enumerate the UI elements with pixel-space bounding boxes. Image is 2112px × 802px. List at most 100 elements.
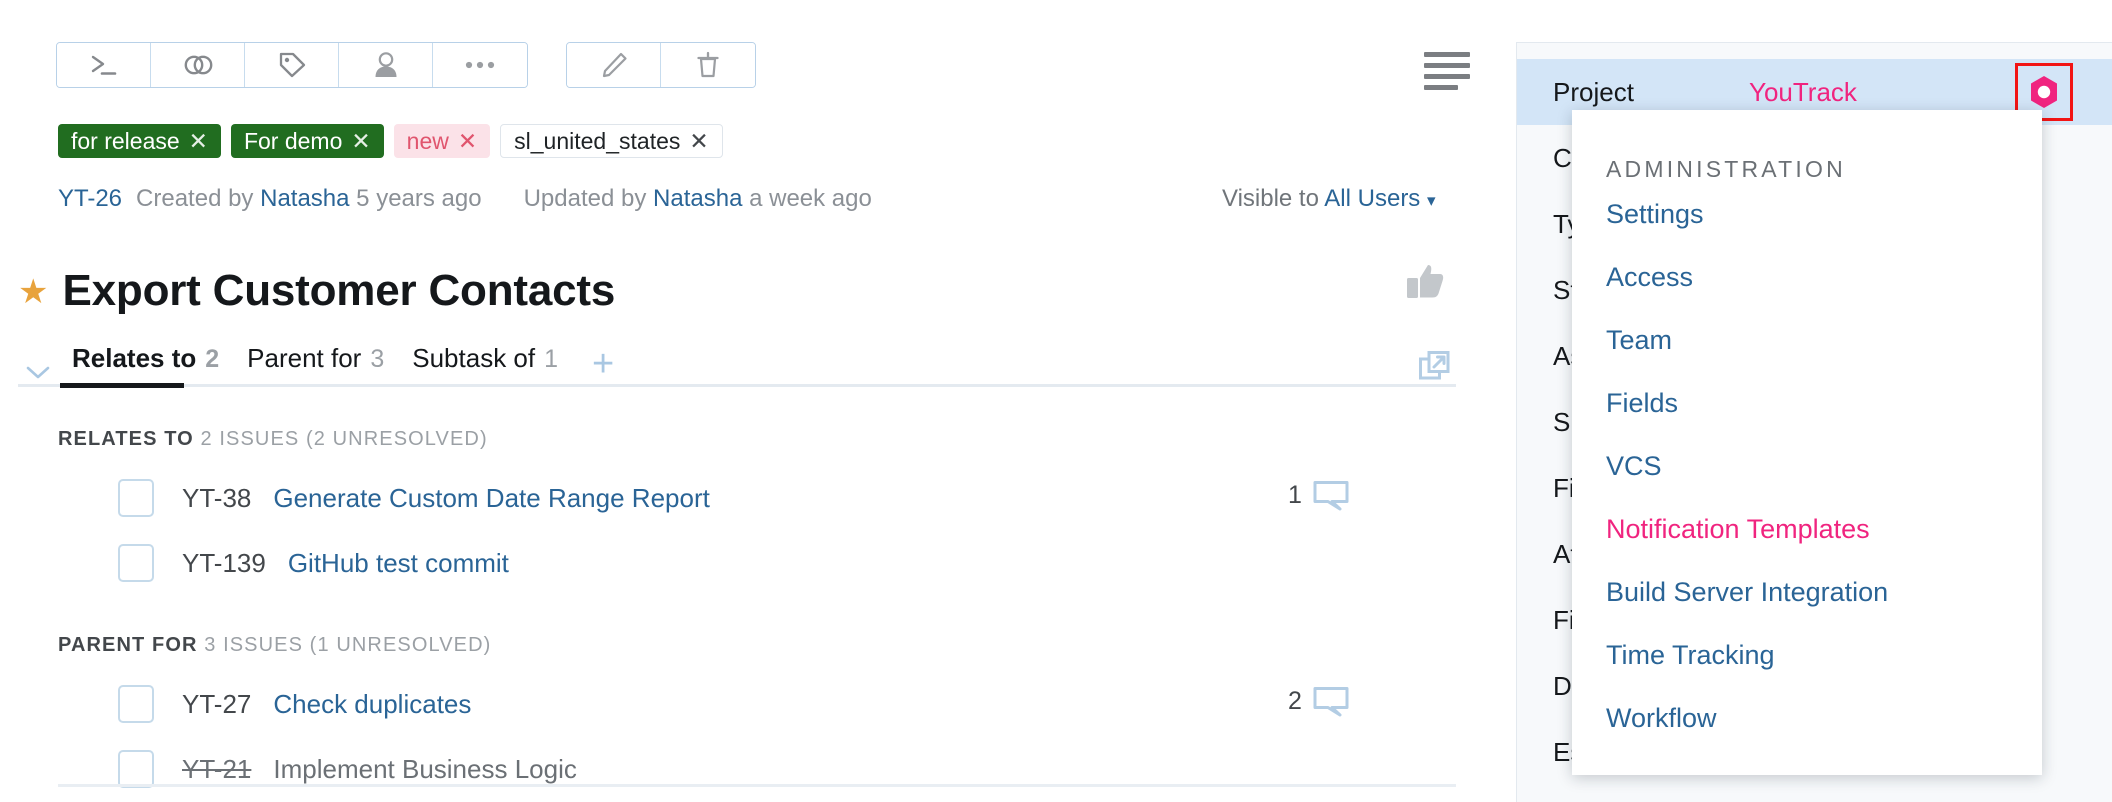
- issue-meta: YT-26 Created by Natasha 5 years ago Upd…: [58, 185, 914, 213]
- section-title: PARENT FOR: [58, 634, 198, 656]
- command-dialog-icon-button[interactable]: [57, 43, 151, 87]
- comment-count-badge[interactable]: 1: [1288, 478, 1350, 512]
- tag-remove-icon[interactable]: ✕: [458, 129, 477, 153]
- comment-count: 1: [1288, 480, 1302, 509]
- list-view-icon-line: [1424, 74, 1470, 79]
- row-issue-summary[interactable]: Implement Business Logic: [273, 754, 576, 785]
- created-by-link[interactable]: Natasha: [260, 185, 349, 212]
- tab-parent-for[interactable]: Parent for 3: [233, 343, 398, 384]
- issue-id-link[interactable]: YT-26: [58, 185, 122, 213]
- created-prefix: Created by: [136, 185, 254, 212]
- chevron-down-icon[interactable]: [18, 364, 58, 384]
- external-link-icon[interactable]: [1418, 350, 1452, 389]
- tag-chip[interactable]: new ✕: [393, 124, 491, 158]
- menu-item-team[interactable]: Team: [1572, 309, 2042, 372]
- tab-label: Subtask of: [412, 343, 536, 373]
- chevron-down-icon[interactable]: ▾: [1427, 191, 1436, 210]
- section-subtitle: 2 ISSUES (2 UNRESOLVED): [200, 428, 488, 450]
- tab-label: Parent for: [247, 343, 362, 373]
- tag-remove-icon[interactable]: ✕: [351, 129, 370, 153]
- menu-item-time-tracking[interactable]: Time Tracking: [1572, 624, 2042, 687]
- updated-by-link[interactable]: Natasha: [653, 185, 742, 212]
- menu-item-build-server-integration[interactable]: Build Server Integration: [1572, 561, 2042, 624]
- tag-icon-button[interactable]: [245, 43, 339, 87]
- tag-chip[interactable]: for release ✕: [58, 124, 221, 158]
- tag-chip[interactable]: For demo ✕: [230, 124, 384, 158]
- created-when: 5 years ago: [356, 185, 482, 212]
- star-icon[interactable]: ★: [18, 275, 48, 309]
- tag-remove-icon[interactable]: ✕: [689, 129, 708, 153]
- list-view-icon[interactable]: [1424, 52, 1470, 90]
- menu-item-workflow[interactable]: Workflow: [1572, 687, 2042, 750]
- row-issue-id[interactable]: YT-139: [182, 548, 266, 579]
- tabs-underline: [18, 383, 1456, 388]
- edit-pencil-icon: [602, 52, 627, 78]
- visibility-value[interactable]: All Users: [1324, 185, 1420, 212]
- links-tabs: Relates to 2 Parent for 3 Subtask of 1 +: [18, 340, 1456, 388]
- row-checkbox[interactable]: [118, 685, 154, 723]
- row-issue-summary[interactable]: GitHub test commit: [288, 548, 509, 579]
- command-dialog-icon: [91, 55, 116, 75]
- menu-item-access[interactable]: Access: [1572, 246, 2042, 309]
- tag-chip[interactable]: sl_united_states ✕: [500, 124, 723, 158]
- issue-main-panel: for release ✕ For demo ✕ new ✕ sl_united…: [0, 0, 1512, 802]
- toolbar-secondary-group: [566, 42, 756, 88]
- page-title: Export Customer Contacts: [62, 266, 616, 316]
- menu-item-fields[interactable]: Fields: [1572, 372, 2042, 435]
- comment-count-badge[interactable]: 2: [1288, 684, 1350, 718]
- tab-count: 2: [205, 345, 220, 373]
- row-issue-summary[interactable]: Generate Custom Date Range Report: [273, 483, 709, 514]
- row-issue-id[interactable]: YT-27: [182, 689, 251, 720]
- visibility-selector[interactable]: Visible to All Users ▾: [1222, 185, 1436, 213]
- created-info: Created by Natasha 5 years ago: [136, 185, 482, 213]
- row-checkbox[interactable]: [118, 750, 154, 788]
- row-issue-id[interactable]: YT-21: [182, 754, 251, 785]
- active-tab-indicator: [60, 383, 184, 388]
- links-tabs-row: Relates to 2 Parent for 3 Subtask of 1 +: [18, 340, 1456, 384]
- table-row[interactable]: YT-139 GitHub test commit: [118, 544, 509, 582]
- delete-trash-icon: [697, 51, 719, 78]
- list-view-icon-line: [1424, 63, 1470, 68]
- menu-item-vcs[interactable]: VCS: [1572, 435, 2042, 498]
- tab-subtask-of[interactable]: Subtask of 1: [398, 343, 572, 384]
- comment-count: 2: [1288, 686, 1302, 715]
- menu-item-settings[interactable]: Settings: [1572, 183, 2042, 246]
- tab-relates-to[interactable]: Relates to 2: [58, 343, 233, 384]
- list-view-icon-line: [1424, 52, 1470, 57]
- table-row[interactable]: YT-27 Check duplicates: [118, 685, 471, 723]
- updated-info: Updated by Natasha a week ago: [524, 185, 872, 213]
- edit-pencil-icon-button[interactable]: [567, 43, 661, 87]
- tag-label: sl_united_states: [514, 127, 681, 154]
- sidebar-field-label: Project: [1553, 76, 1634, 107]
- user-icon-button[interactable]: [339, 43, 433, 87]
- issue-toolbar: [56, 42, 756, 88]
- sidebar-field-value[interactable]: YouTrack: [1749, 77, 1857, 108]
- tag-label: For demo: [243, 127, 343, 154]
- row-issue-summary[interactable]: Check duplicates: [273, 689, 471, 720]
- toolbar-primary-group: [56, 42, 528, 88]
- external-link-icon-glyph: [1419, 351, 1450, 380]
- updated-when: a week ago: [749, 185, 872, 212]
- tag-list: for release ✕ For demo ✕ new ✕ sl_united…: [58, 124, 723, 158]
- thumbs-up-icon[interactable]: [1404, 262, 1446, 307]
- link-icon: [184, 55, 212, 75]
- link-icon-button[interactable]: [151, 43, 245, 87]
- comment-bubble-icon: [1313, 481, 1349, 511]
- table-row[interactable]: YT-21 Implement Business Logic: [118, 750, 577, 788]
- row-checkbox[interactable]: [118, 544, 154, 582]
- menu-item-notification-templates[interactable]: Notification Templates: [1572, 498, 2042, 561]
- section-header-parent-for: PARENT FOR 3 ISSUES (1 UNRESOLVED): [58, 634, 491, 657]
- tag-label: for release: [71, 127, 180, 154]
- tag-remove-icon[interactable]: ✕: [189, 129, 208, 153]
- table-row[interactable]: YT-38 Generate Custom Date Range Report: [118, 479, 710, 517]
- add-link-button[interactable]: +: [592, 345, 614, 384]
- gear-icon: [2031, 76, 2057, 108]
- section-title: RELATES TO: [58, 428, 194, 450]
- tag-label: new: [406, 127, 449, 154]
- chevron-down-icon-glyph: [26, 366, 50, 379]
- delete-trash-icon-button[interactable]: [661, 43, 755, 87]
- row-issue-id[interactable]: YT-38: [182, 483, 251, 514]
- tab-count: 3: [370, 345, 385, 373]
- row-checkbox[interactable]: [118, 479, 154, 517]
- more-icon-button[interactable]: [433, 43, 527, 87]
